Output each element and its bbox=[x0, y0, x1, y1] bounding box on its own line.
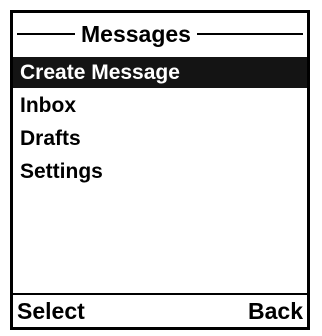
messages-menu: Create Message Inbox Drafts Settings bbox=[13, 57, 307, 189]
menu-item-create-message[interactable]: Create Message bbox=[13, 57, 307, 88]
title-rule-left bbox=[17, 33, 75, 35]
page-title: Messages bbox=[81, 21, 191, 47]
select-softkey[interactable]: Select bbox=[13, 298, 85, 325]
menu-item-inbox[interactable]: Inbox bbox=[13, 90, 307, 121]
menu-item-drafts[interactable]: Drafts bbox=[13, 123, 307, 154]
title-bar: Messages bbox=[13, 17, 307, 51]
menu-item-settings[interactable]: Settings bbox=[13, 156, 307, 187]
back-softkey[interactable]: Back bbox=[248, 298, 307, 325]
softkey-bar: Select Back bbox=[13, 293, 307, 327]
title-rule-right bbox=[196, 33, 303, 35]
phone-screen: Messages Create Message Inbox Drafts Set… bbox=[10, 10, 310, 330]
